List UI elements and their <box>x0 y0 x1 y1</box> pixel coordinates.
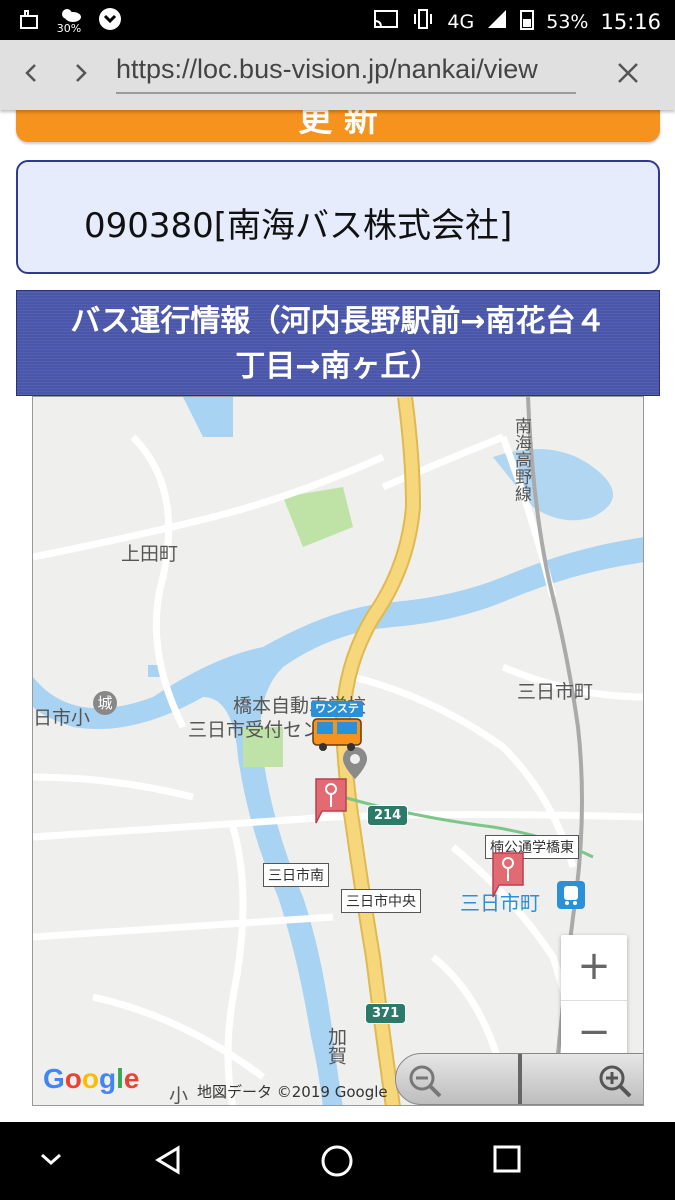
download-icon <box>98 7 122 35</box>
close-icon <box>618 63 638 83</box>
vibrate-icon <box>411 8 435 35</box>
label-mikkaichi-sho: 日市小 <box>33 707 91 729</box>
chevron-left-icon <box>25 64 36 82</box>
battery-icon <box>520 8 535 35</box>
vehicle-info-box: 090380[南海バス株式会社] <box>16 160 660 274</box>
nav-home-button[interactable] <box>320 1144 354 1186</box>
vehicle-id: 090380[南海バス株式会社] <box>84 206 513 246</box>
clock: 15:16 <box>600 9 661 34</box>
browser-toolbar: https://loc.bus-vision.jp/nankai/view <box>0 40 675 110</box>
url-field[interactable]: https://loc.bus-vision.jp/nankai/view <box>116 54 576 94</box>
zoom-in-magnifier-icon <box>599 1065 632 1098</box>
route-header: バス運行情報（河内長野駅前→南花台４ 丁目→南ヶ丘） <box>16 290 660 396</box>
sim-icon <box>18 8 40 34</box>
label-ueda: 上田町 <box>121 543 179 565</box>
bus-lowfloor-badge: ワンステ <box>311 701 363 717</box>
train-station-icon <box>557 881 585 909</box>
bus-vehicle-marker[interactable]: ワンステ <box>311 701 363 753</box>
route-214-badge: 214 <box>367 805 409 826</box>
status-bar: 30% 4G 53% 15:16 <box>0 0 675 40</box>
school-icon: 城 <box>93 691 117 715</box>
nav-hide-button[interactable] <box>36 1144 66 1182</box>
weather-icon: 30% <box>56 6 82 35</box>
google-logo: Google <box>43 1063 140 1094</box>
network-type: 4G <box>447 10 475 33</box>
nav-recents-button[interactable] <box>492 1144 522 1182</box>
route-371-badge: 371 <box>365 1003 407 1024</box>
stop-mikkaichi-chuo[interactable]: 三日市中央 <box>341 889 421 913</box>
home-circle-icon <box>321 1145 353 1177</box>
nav-back-button[interactable] <box>152 1144 184 1184</box>
battery-percent: 53% <box>546 10 589 33</box>
bus-icon <box>312 718 362 751</box>
weather-percent: 30% <box>56 22 82 35</box>
label-mikkaichi-town: 三日市町 <box>517 681 594 703</box>
recents-square-icon <box>493 1145 521 1173</box>
close-button[interactable] <box>615 56 641 94</box>
label-ko: 小 <box>169 1085 189 1106</box>
zoom-in-button[interactable]: + <box>561 935 627 1001</box>
route-title-line2: 丁目→南ヶ丘） <box>235 349 441 384</box>
forward-button[interactable] <box>66 58 96 88</box>
route-title-line1: バス運行情報（河内長野駅前→南花台４ <box>70 304 606 339</box>
zoom-out-magnifier-icon <box>409 1065 442 1098</box>
zoom-slider-handle[interactable] <box>518 1054 522 1104</box>
chevron-down-icon <box>41 1153 61 1166</box>
android-nav-bar <box>0 1122 675 1200</box>
label-kaga: 加賀 <box>325 1027 347 1065</box>
map-attribution: 地図データ ©2019 Google <box>197 1083 388 1101</box>
cast-icon <box>373 9 399 34</box>
chevron-right-icon <box>76 64 87 82</box>
signal-icon <box>486 8 508 35</box>
back-triangle-icon <box>155 1145 180 1175</box>
bus-stop-pin[interactable] <box>491 851 527 903</box>
stop-mikkaichi-minami[interactable]: 三日市南 <box>263 863 329 887</box>
map-zoom-controls: + − <box>561 935 627 1067</box>
bus-map[interactable]: 上田町 三日市町 橋本自動車学校 三日市受付センター 日市小 南海高野線 三日市… <box>32 396 644 1106</box>
label-nankai-line: 南海高野線 <box>511 417 531 502</box>
zoom-slider[interactable] <box>395 1053 643 1105</box>
back-button[interactable] <box>16 58 46 88</box>
